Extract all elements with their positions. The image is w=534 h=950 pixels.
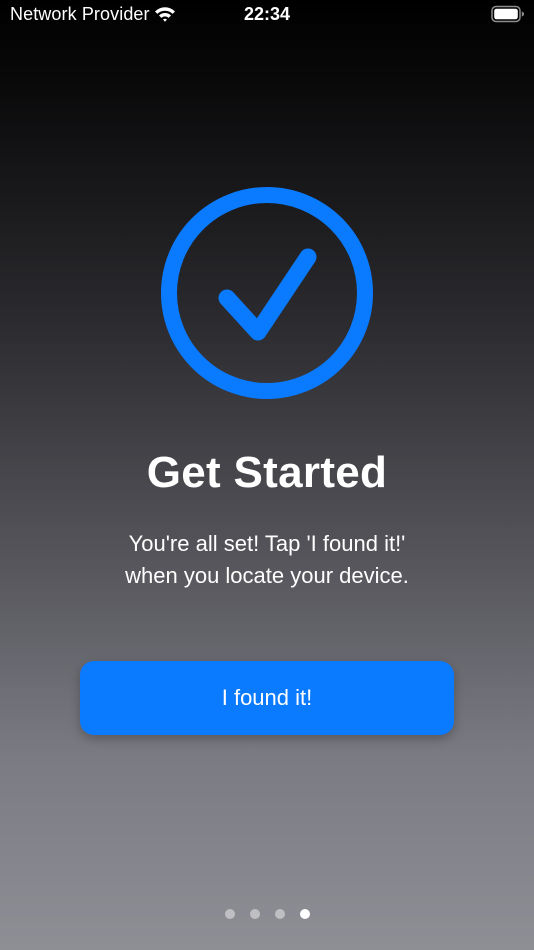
page-title: Get Started xyxy=(146,448,388,497)
page-subtitle: You're all set! Tap 'I found it!' when y… xyxy=(60,528,474,592)
page-dot-1[interactable] xyxy=(224,909,235,919)
page-dot-4-active[interactable] xyxy=(299,909,310,919)
checkmark-circle-icon xyxy=(161,187,373,399)
status-time: 22:34 xyxy=(243,4,291,24)
subtitle-line-1: You're all set! Tap 'I found it!' xyxy=(128,531,406,556)
status-bar: Network Provider 22:34 xyxy=(0,0,534,30)
found-it-button[interactable]: I found it! xyxy=(80,661,454,735)
battery-icon xyxy=(491,5,524,23)
page-indicator[interactable] xyxy=(0,909,534,919)
onboarding-screen: Network Provider 22:34 Get Started You'r… xyxy=(0,0,534,950)
subtitle-line-2: when you locate your device. xyxy=(125,563,409,588)
page-dot-3[interactable] xyxy=(274,909,285,919)
page-dot-2[interactable] xyxy=(249,909,260,919)
